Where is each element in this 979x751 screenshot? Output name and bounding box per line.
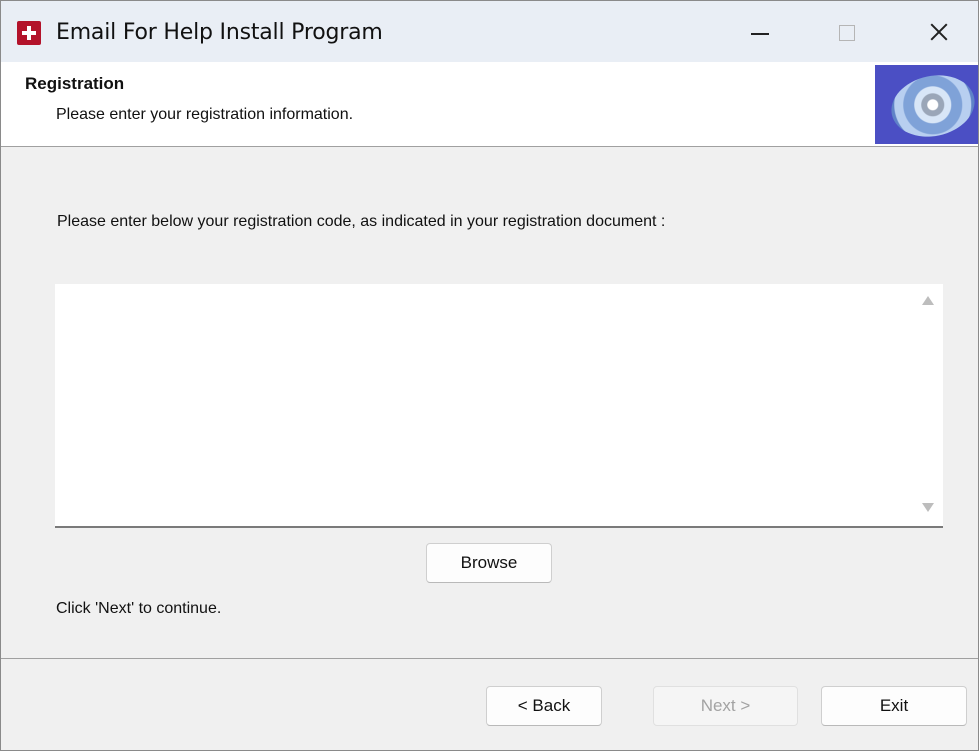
exit-button[interactable]: Exit: [821, 686, 967, 726]
app-icon: [17, 21, 41, 45]
registration-instruction: Please enter below your registration cod…: [57, 213, 666, 230]
title-bar[interactable]: Email For Help Install Program: [1, 1, 978, 62]
back-button[interactable]: < Back: [486, 686, 602, 726]
maximize-button: [821, 9, 877, 55]
scroll-up-arrow-icon[interactable]: [922, 296, 934, 305]
minimize-button[interactable]: [731, 9, 787, 55]
header-image: [875, 65, 979, 145]
window-title: Email For Help Install Program: [56, 20, 383, 45]
scroll-down-arrow-icon[interactable]: [922, 503, 934, 512]
next-button: Next >: [653, 686, 798, 726]
continue-hint: Click 'Next' to continue.: [56, 600, 222, 617]
wizard-header: Registration Please enter your registrat…: [1, 62, 979, 147]
vertical-scrollbar[interactable]: [913, 284, 943, 526]
footer-separator: [1, 658, 978, 659]
page-subtitle: Please enter your registration informati…: [56, 106, 354, 123]
installer-window: Email For Help Install Program Registrat…: [0, 0, 979, 751]
close-button[interactable]: [911, 9, 967, 55]
browse-button[interactable]: Browse: [426, 543, 552, 583]
page-title: Registration: [25, 74, 125, 93]
cd-disc-icon: [885, 67, 979, 145]
